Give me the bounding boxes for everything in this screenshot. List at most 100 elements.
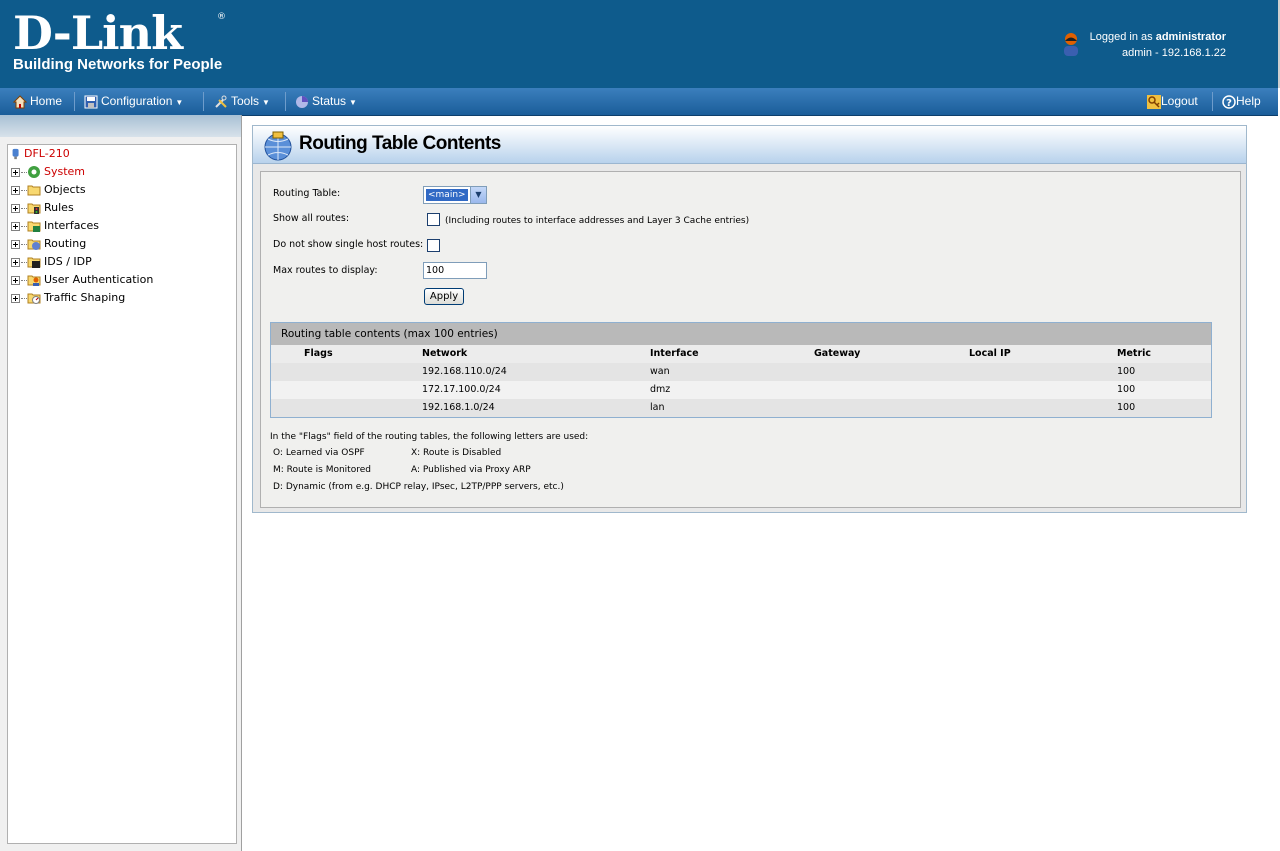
- menu-configuration-label: Configuration: [101, 94, 173, 108]
- brand-name: D-Link: [13, 6, 183, 60]
- show-all-routes-label: Show all routes:: [273, 213, 350, 224]
- table-row: 172.17.100.0/24 dmz 100: [271, 381, 1211, 399]
- session-info: admin - 192.168.1.22: [1122, 47, 1226, 59]
- page-title: Routing Table Contents: [299, 133, 501, 154]
- max-routes-label: Max routes to display:: [273, 265, 378, 276]
- menu-status[interactable]: Status ▼: [295, 88, 357, 115]
- login-info: Logged in as administrator admin - 192.1…: [1090, 29, 1226, 61]
- tree-item-user-authentication[interactable]: User Authentication: [11, 271, 153, 289]
- expand-icon[interactable]: [11, 185, 20, 195]
- logged-in-prefix: Logged in as: [1089, 31, 1153, 43]
- column-header-network: Network: [422, 348, 468, 359]
- routing-icon: [27, 239, 41, 250]
- show-all-routes-checkbox[interactable]: [427, 213, 440, 226]
- menu-configuration[interactable]: Configuration ▼: [84, 88, 183, 115]
- routing-table-label: Routing Table:: [273, 188, 341, 199]
- menu-bar: Home Configuration ▼ Tools ▼ Status ▼ Logou…: [0, 88, 1278, 116]
- menu-logout-label: Logout: [1161, 94, 1198, 108]
- flags-legend-x: X: Route is Disabled: [411, 448, 502, 458]
- table-header-row: Flags Network Interface Gateway Local IP…: [271, 345, 1211, 363]
- routing-form: Routing Table: <main> ▼ Show all routes:…: [260, 171, 1241, 508]
- tree-item-objects[interactable]: Objects: [11, 181, 86, 199]
- tree-item-traffic-shaping[interactable]: Traffic Shaping: [11, 289, 125, 307]
- routing-table-select[interactable]: <main> ▼: [423, 186, 487, 204]
- expand-icon[interactable]: [11, 203, 20, 213]
- menu-help[interactable]: ? Help: [1222, 88, 1261, 115]
- tree-item-label: Traffic Shaping: [44, 291, 126, 304]
- navigation-tree: DFL-210 System Objects Rules Interfaces …: [7, 144, 237, 844]
- brand-tagline: Building Networks for People: [13, 56, 223, 73]
- flags-legend-m: M: Route is Monitored: [273, 465, 371, 475]
- expand-icon[interactable]: [11, 275, 20, 285]
- dlink-logo: D-Link ® Building Networks for People: [13, 6, 226, 73]
- column-header-gateway: Gateway: [814, 348, 861, 359]
- menu-help-label: Help: [1236, 94, 1261, 108]
- tree-item-routing[interactable]: Routing: [11, 235, 86, 253]
- tree-item-label: Interfaces: [44, 219, 99, 232]
- tree-root[interactable]: DFL-210: [10, 145, 70, 163]
- tree-item-rules[interactable]: Rules: [11, 199, 74, 217]
- user-auth-icon: [27, 275, 41, 286]
- key-icon: [1147, 94, 1161, 109]
- menu-status-label: Status: [312, 94, 347, 108]
- tree-item-label: IDS / IDP: [44, 255, 92, 268]
- single-host-routes-label: Do not show single host routes:: [273, 239, 424, 250]
- chevron-down-icon: ▼: [349, 98, 357, 107]
- device-icon: [12, 148, 19, 160]
- tree-root-label: DFL-210: [24, 147, 70, 160]
- navigation-panel: DFL-210 System Objects Rules Interfaces …: [0, 115, 242, 851]
- expand-icon[interactable]: [11, 221, 20, 231]
- column-header-flags: Flags: [304, 348, 333, 359]
- cell-network: 192.168.110.0/24: [422, 366, 507, 377]
- help-icon: ?: [1222, 95, 1236, 109]
- routing-globe-icon: [264, 131, 292, 161]
- menu-divider: [285, 92, 286, 111]
- svg-text:?: ?: [1226, 98, 1232, 109]
- cell-interface: lan: [650, 402, 665, 413]
- apply-button[interactable]: Apply: [424, 288, 464, 305]
- flags-legend-a: A: Published via Proxy ARP: [411, 465, 531, 475]
- menu-logout[interactable]: Logout: [1147, 88, 1198, 115]
- routing-table: Routing table contents (max 100 entries)…: [270, 322, 1212, 418]
- max-routes-input[interactable]: 100: [423, 262, 487, 279]
- expand-icon[interactable]: [11, 239, 20, 249]
- flags-legend-intro: In the "Flags" field of the routing tabl…: [270, 432, 589, 442]
- tree-item-label: System: [44, 165, 86, 178]
- chevron-down-icon[interactable]: ▼: [470, 187, 486, 203]
- cell-network: 192.168.1.0/24: [422, 402, 495, 413]
- home-icon: [13, 95, 27, 109]
- status-icon: [296, 95, 308, 108]
- expand-icon[interactable]: [11, 257, 20, 267]
- column-header-interface: Interface: [650, 348, 699, 359]
- page-title-bar: Routing Table Contents: [253, 126, 1246, 164]
- cell-network: 172.17.100.0/24: [422, 384, 501, 395]
- tree-item-ids-idp[interactable]: IDS / IDP: [11, 253, 92, 271]
- chevron-down-icon: ▼: [262, 98, 270, 107]
- single-host-routes-checkbox[interactable]: [427, 239, 440, 252]
- flags-legend-d: D: Dynamic (from e.g. DHCP relay, IPsec,…: [273, 482, 564, 492]
- menu-home[interactable]: Home: [13, 88, 62, 115]
- column-header-metric: Metric: [1117, 348, 1152, 359]
- tree-item-label: User Authentication: [44, 273, 154, 286]
- menu-tools[interactable]: Tools ▼: [214, 88, 270, 115]
- ids-icon: [27, 257, 41, 268]
- routing-table-selected-value: <main>: [425, 188, 469, 202]
- menu-home-label: Home: [30, 94, 63, 108]
- cell-metric: 100: [1117, 384, 1136, 395]
- folder-icon: [27, 185, 41, 196]
- username: administrator: [1155, 31, 1226, 43]
- expand-icon[interactable]: [11, 293, 20, 303]
- navigation-panel-header: [0, 115, 241, 137]
- cell-interface: dmz: [650, 384, 671, 395]
- tree-item-label: Rules: [44, 201, 74, 214]
- tree-item-interfaces[interactable]: Interfaces: [11, 217, 99, 235]
- column-header-local-ip: Local IP: [969, 348, 1011, 359]
- tree-item-system[interactable]: System: [11, 163, 85, 181]
- save-icon: [84, 95, 98, 109]
- traffic-shaping-icon: [27, 293, 41, 304]
- menu-divider: [1212, 92, 1213, 111]
- table-row: 192.168.110.0/24 wan 100: [271, 363, 1211, 381]
- chevron-down-icon: ▼: [175, 98, 184, 107]
- expand-icon[interactable]: [11, 167, 20, 177]
- tree-item-label: Routing: [44, 237, 87, 250]
